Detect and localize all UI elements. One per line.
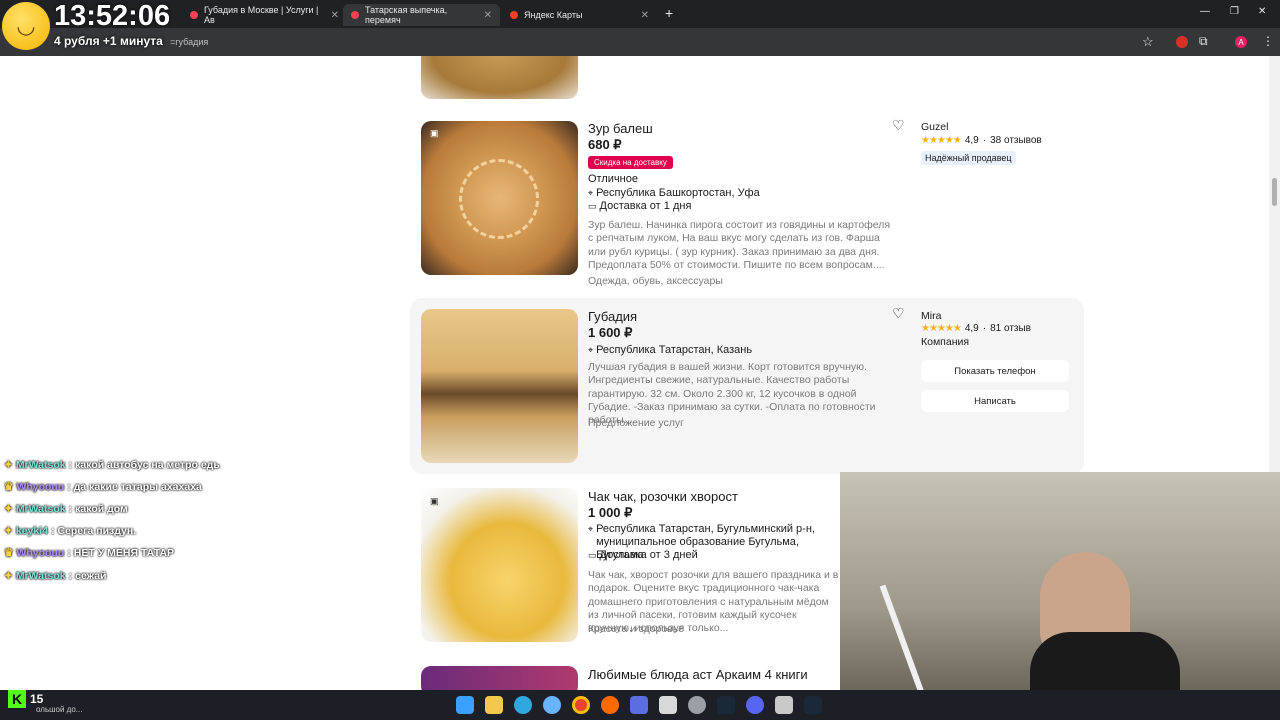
kick-logo-icon: K <box>8 690 26 708</box>
menu-dots-icon[interactable]: ⋮ <box>1262 34 1274 48</box>
steam-icon[interactable] <box>804 696 822 714</box>
listing-category: Красота и здоровье <box>588 623 685 635</box>
seller-name[interactable]: Guzel <box>921 121 948 133</box>
delivery-box-icon: ▭ <box>588 200 597 211</box>
listing-category: Одежда, обувь, аксессуары <box>588 275 723 287</box>
listing-card[interactable]: ▣ Зур балеш 680 ₽ Скидка на доставку Отл… <box>410 116 1084 287</box>
listing-location: ⌖ Республика Башкортостан, Уфа <box>588 187 760 199</box>
crown-badge-icon: ♛ <box>4 481 14 493</box>
mic-arm <box>879 584 927 700</box>
sword-badge-icon: ✦ <box>4 459 13 471</box>
chat-message: ✦ keyki4: Серега пиздун. <box>4 525 137 537</box>
close-tab-icon[interactable]: ✕ <box>331 10 339 21</box>
sword-badge-icon: ✦ <box>4 570 13 582</box>
show-phone-button[interactable]: Показать телефон <box>921 360 1069 382</box>
gallery-icon: ▣ <box>430 128 439 138</box>
listing-delivery: ▭ Доставка от 3 дней <box>588 549 698 561</box>
crown-badge-icon: ♛ <box>4 547 14 559</box>
listing-delivery: ▭ Доставка от 1 дня <box>588 200 692 212</box>
listing-title[interactable]: Губадия <box>588 309 637 324</box>
chat-message: ✦ MrWatsok: сежай <box>4 570 107 582</box>
discord-icon[interactable] <box>746 696 764 714</box>
tab-3[interactable]: Яндекс Карты ✕ <box>502 4 657 26</box>
chat-message: ♛ Whyoouu: НЕТ У МЕНЯ ТАТАР <box>4 547 175 559</box>
sword-badge-icon: ✦ <box>4 503 13 515</box>
telegram-icon[interactable] <box>543 696 561 714</box>
discount-badge: Скидка на доставку <box>588 156 673 169</box>
listing-image[interactable] <box>421 666 578 690</box>
avito-favicon-icon <box>190 11 198 19</box>
puzzle-icon[interactable]: ⧉ <box>1199 34 1208 49</box>
windows-start-icon[interactable] <box>456 696 474 714</box>
listing-image[interactable] <box>421 309 578 463</box>
listing-condition: Отличное <box>588 173 638 185</box>
seller-rating: ★★★★★ 4,9 · 38 отзывов <box>921 135 1042 146</box>
gallery-icon: ▣ <box>430 496 439 506</box>
seller-type: Компания <box>921 336 970 348</box>
listing-price: 1 600 ₽ <box>588 325 633 340</box>
listing-description: Зур балеш. Начинка пирога состоит из гов… <box>588 219 891 271</box>
url-text[interactable]: =губадия <box>170 37 208 47</box>
browser-tab-strip: Губадия в Москве | Услуги | Ав ✕ Татарск… <box>0 0 1280 28</box>
listing-location: ⌖ Республика Татарстан, Казань <box>588 344 753 356</box>
listing-card[interactable]: Губадия 1 600 ₽ ⌖ Республика Татарстан, К… <box>410 298 1084 474</box>
profile-avatar[interactable]: A <box>1235 36 1247 48</box>
extension-icon[interactable] <box>1176 36 1188 48</box>
steam-icon[interactable] <box>717 696 735 714</box>
seller-name[interactable]: Mira <box>921 310 941 322</box>
avito-favicon-icon <box>351 11 359 19</box>
browser-icon[interactable] <box>601 696 619 714</box>
listing-price: 1 000 ₽ <box>588 505 633 520</box>
previous-listing-image[interactable] <box>421 56 578 99</box>
app-icon[interactable] <box>659 696 677 714</box>
yandex-maps-favicon-icon <box>510 11 518 19</box>
listing-category: Предложение услуг <box>588 417 684 429</box>
close-tab-icon[interactable]: ✕ <box>484 10 492 21</box>
chat-message: ✦ MrWatsok: какой дом <box>4 503 128 515</box>
close-tab-icon[interactable]: ✕ <box>641 10 649 21</box>
delivery-box-icon: ▭ <box>588 549 597 560</box>
calculator-icon[interactable] <box>775 696 793 714</box>
stream-clock: 13:52:06 <box>54 0 171 32</box>
trusted-seller-tag: Надёжный продавец <box>921 151 1016 165</box>
tab-2[interactable]: Татарская выпечка, перемяч ✕ <box>343 4 500 26</box>
scrollbar-thumb[interactable] <box>1272 178 1277 206</box>
listing-title[interactable]: Чак чак, розочки хворост <box>588 489 738 504</box>
stream-subtitle: 4 рубля +1 минута <box>54 34 163 48</box>
chat-message: ♛ Whyoouu: да какие татары ахахаха <box>4 481 202 493</box>
chat-message: ✦ MrWatsok: какой автобус на метро едь <box>4 459 220 471</box>
sword-badge-icon: ✦ <box>4 525 13 537</box>
favorite-heart-icon[interactable]: ♡ <box>892 305 905 322</box>
restore-icon[interactable]: ❐ <box>1230 6 1239 17</box>
favorite-heart-icon[interactable]: ♡ <box>892 117 905 134</box>
webcam-overlay <box>840 472 1280 720</box>
location-pin-icon: ⌖ <box>588 344 594 355</box>
location-pin-icon: ⌖ <box>588 187 594 198</box>
bookmark-star-icon[interactable]: ☆ <box>1142 34 1154 50</box>
smiling-face-emoji-icon: ◡ <box>2 2 50 50</box>
obs-icon[interactable] <box>688 696 706 714</box>
tab-1[interactable]: Губадия в Москве | Услуги | Ав ✕ <box>182 4 347 26</box>
close-window-icon[interactable]: ✕ <box>1258 6 1266 17</box>
location-pin-icon: ⌖ <box>588 524 594 534</box>
minimize-icon[interactable]: — <box>1200 6 1210 17</box>
listing-image[interactable] <box>421 121 578 275</box>
listing-price: 680 ₽ <box>588 137 622 152</box>
taskbar-snippet: ольшой до... <box>36 705 83 714</box>
chart-app-icon[interactable] <box>630 696 648 714</box>
seller-rating: ★★★★★ 4,9 · 81 отзыв <box>921 323 1031 334</box>
address-bar[interactable]: =губадия <box>0 28 1280 56</box>
write-message-button[interactable]: Написать <box>921 390 1069 412</box>
edge-icon[interactable] <box>514 696 532 714</box>
new-tab-icon[interactable]: + <box>665 5 673 21</box>
rating-stars-icon: ★★★★★ <box>921 135 962 146</box>
file-explorer-icon[interactable] <box>485 696 503 714</box>
rating-stars-icon: ★★★★★ <box>921 323 962 334</box>
chrome-icon[interactable] <box>572 696 590 714</box>
listing-image[interactable] <box>421 488 578 642</box>
listing-title[interactable]: Любимые блюда аст Аркаим 4 книги <box>588 667 808 682</box>
listing-title[interactable]: Зур балеш <box>588 121 653 136</box>
